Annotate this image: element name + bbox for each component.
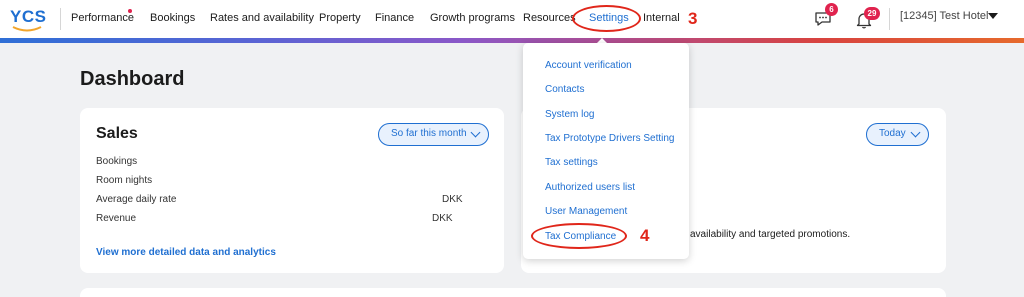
menu-item-contacts[interactable]: Contacts: [545, 84, 584, 95]
bell-badge: 29: [864, 7, 880, 20]
nav-finance[interactable]: Finance: [375, 12, 414, 24]
sales-row-bookings-label: Bookings: [96, 156, 138, 167]
right-card-period-label: Today: [879, 128, 906, 139]
nav-bookings[interactable]: Bookings: [150, 12, 195, 24]
menu-item-system-log[interactable]: System log: [545, 109, 594, 120]
step-number-3: 3: [688, 9, 698, 28]
logo-smile-icon: [12, 26, 42, 32]
nav-resources[interactable]: Resources: [523, 12, 576, 24]
ycs-logo[interactable]: YCS: [10, 7, 50, 33]
brand-gradient-bar: [0, 38, 1024, 43]
chevron-down-icon: [470, 127, 481, 138]
step-number-4: 4: [640, 226, 650, 245]
top-nav: YCS Performance Bookings Rates and avail…: [0, 0, 1024, 38]
sales-row-adr-label: Average daily rate: [96, 194, 177, 205]
nav-divider-right: [889, 8, 890, 30]
sales-card-title: Sales: [96, 125, 138, 142]
sales-row-revenue-label: Revenue: [96, 213, 137, 224]
performance-notification-dot: [128, 9, 132, 13]
nav-internal[interactable]: Internal: [643, 12, 680, 24]
next-card: [80, 288, 946, 297]
sales-row-room-nights-label: Room nights: [96, 175, 153, 186]
menu-item-tax-prototype-drivers[interactable]: Tax Prototype Drivers Setting: [545, 133, 675, 144]
right-card-period-dropdown[interactable]: Today: [866, 123, 929, 146]
nav-divider: [60, 8, 61, 30]
settings-highlight-ellipse: [572, 5, 641, 32]
sales-row-adr-value: DKK: [442, 194, 463, 205]
menu-item-user-management[interactable]: User Management: [545, 206, 627, 217]
tax-compliance-highlight-ellipse: [531, 223, 627, 249]
sales-period-dropdown[interactable]: So far this month: [378, 123, 489, 146]
menu-item-tax-settings[interactable]: Tax settings: [545, 157, 598, 168]
logo-text: YCS: [10, 7, 47, 26]
sales-row-revenue-value: DKK: [432, 213, 453, 224]
nav-rates-availability[interactable]: Rates and availability: [210, 12, 314, 24]
hotel-dropdown-caret-icon[interactable]: [988, 13, 998, 19]
sales-card: Sales So far this month Bookings Room ni…: [80, 108, 504, 273]
right-card-text: availability and targeted promotions.: [690, 229, 851, 240]
nav-performance[interactable]: Performance: [71, 12, 134, 24]
nav-property[interactable]: Property: [319, 12, 361, 24]
view-detailed-analytics-link[interactable]: View more detailed data and analytics: [96, 247, 276, 258]
menu-item-account-verification[interactable]: Account verification: [545, 60, 632, 71]
sales-period-label: So far this month: [391, 128, 467, 139]
menu-item-authorized-users[interactable]: Authorized users list: [545, 182, 635, 193]
page-title: Dashboard: [80, 68, 185, 90]
chevron-down-icon: [910, 127, 921, 138]
hotel-selector-label[interactable]: [12345] Test Hotel: [900, 10, 988, 22]
nav-growth-programs[interactable]: Growth programs: [430, 12, 515, 24]
chat-badge: 6: [825, 3, 838, 16]
